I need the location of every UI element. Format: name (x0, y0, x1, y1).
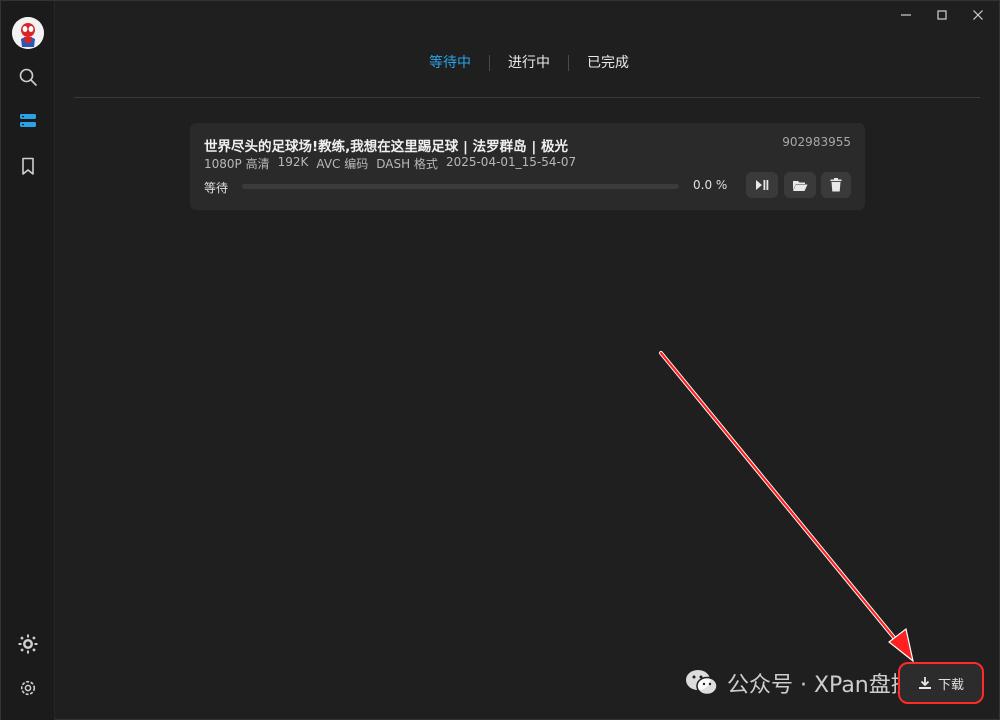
watermark: 公众号 · XPan盘搜 (685, 665, 913, 701)
sidebar-item-downloads[interactable] (15, 108, 41, 134)
search-icon (19, 68, 37, 86)
server-list-icon (20, 114, 36, 127)
task-meta-audio: 192K (277, 155, 309, 169)
app-window: 等待中 进行中 已完成 世界尽头的足球场!教练,我想在这里踢足球 | 法罗群岛 … (0, 0, 1000, 720)
wechat-icon (686, 670, 718, 696)
minimize-icon (901, 14, 911, 16)
trash-icon (830, 178, 842, 192)
task-id: 902983955 (782, 135, 851, 149)
maximize-button[interactable] (926, 5, 958, 25)
task-meta-timestamp: 2025-04-01_15-54-07 (445, 155, 577, 169)
task-meta: 1080P 高清 192K AVC 编码 DASH 格式 2025-04-01_… (204, 155, 576, 172)
avatar[interactable] (12, 17, 44, 49)
sun-gear-icon (18, 634, 38, 654)
sidebar (1, 1, 55, 720)
maximize-icon (937, 10, 947, 20)
close-button[interactable] (962, 5, 994, 25)
task-meta-quality: 1080P 高清 (204, 157, 270, 171)
tabs-divider (74, 97, 980, 98)
watermark-text: 公众号 · XPan盘搜 (727, 673, 913, 698)
delete-button[interactable] (821, 172, 851, 198)
task-meta-codec: AVC 编码 (316, 157, 369, 171)
gear-icon (20, 680, 36, 696)
minimize-button[interactable] (890, 5, 922, 25)
folder-open-icon (793, 180, 808, 191)
tab-waiting[interactable]: 等待中 (411, 52, 489, 74)
task-title: 世界尽头的足球场!教练,我想在这里踢足球 | 法罗群岛 | 极光 (204, 139, 568, 155)
download-button[interactable]: 下载 (898, 662, 984, 704)
sidebar-item-theme[interactable] (15, 631, 41, 657)
play-pause-icon (756, 180, 769, 190)
status-tabs: 等待中 进行中 已完成 (411, 51, 647, 75)
close-icon (973, 10, 983, 20)
progress-percent: 0.0 % (693, 178, 728, 192)
sidebar-item-settings[interactable] (15, 675, 41, 701)
download-icon (918, 677, 931, 689)
tab-completed[interactable]: 已完成 (569, 52, 647, 74)
tab-in-progress[interactable]: 进行中 (490, 52, 568, 74)
bookmark-icon (22, 157, 34, 175)
open-folder-button[interactable] (784, 172, 816, 198)
play-pause-button[interactable] (746, 172, 778, 198)
annotation-arrow (659, 351, 914, 663)
task-status: 等待 (204, 181, 229, 195)
sidebar-item-search[interactable] (15, 64, 41, 90)
task-meta-format: DASH 格式 (376, 157, 438, 171)
download-button-label: 下载 (937, 677, 964, 693)
download-task-card: 世界尽头的足球场!教练,我想在这里踢足球 | 法罗群岛 | 极光 9029839… (190, 123, 865, 210)
sidebar-item-bookmarks[interactable] (15, 153, 41, 179)
avatar-image (12, 17, 44, 49)
progress-bar (242, 184, 679, 189)
